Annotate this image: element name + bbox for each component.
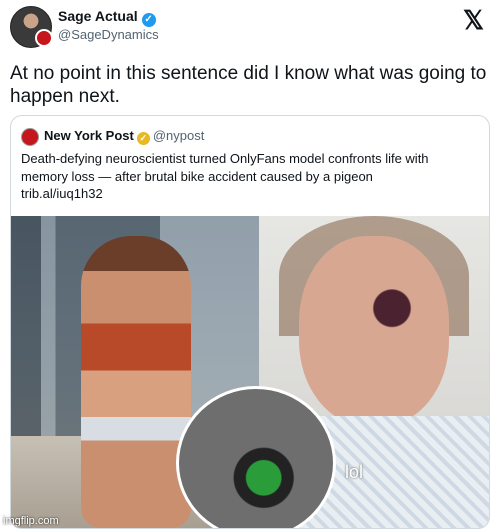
gold-verified-badge-icon: ✓ — [136, 132, 150, 145]
photo-crashed-motorcycle — [176, 386, 336, 528]
quoted-author-handle: @nypost — [152, 128, 205, 143]
photo-figure — [81, 236, 191, 528]
quoted-text: Death-defying neuroscientist turned Only… — [21, 151, 429, 184]
quoted-tweet[interactable]: New York Post ✓ @nypost Death-defying neur… — [10, 115, 490, 529]
author-handle[interactable]: @SageDynamics — [58, 27, 159, 42]
author-name[interactable]: Sage Actual — [58, 8, 138, 24]
badge-logo-icon — [35, 29, 53, 47]
tweet-text: At no point in this sentence did I know … — [10, 63, 487, 107]
quoted-header: New York Post ✓ @nypost — [44, 128, 204, 145]
photo-face — [299, 236, 449, 426]
watermark: imgflip.com — [3, 515, 59, 527]
x-logo-icon[interactable]: 𝕏 — [463, 5, 484, 36]
image-caption: lol — [345, 462, 364, 482]
nypost-logo-icon — [21, 128, 39, 146]
author-avatar[interactable] — [10, 6, 53, 48]
verified-badge-icon: ✓ — [141, 13, 156, 27]
author-name-row[interactable]: Sage Actual ✓ — [58, 8, 156, 27]
quoted-link[interactable]: trib.al/iuq1h32 — [21, 186, 103, 201]
quoted-author-name[interactable]: New York Post — [44, 128, 134, 143]
